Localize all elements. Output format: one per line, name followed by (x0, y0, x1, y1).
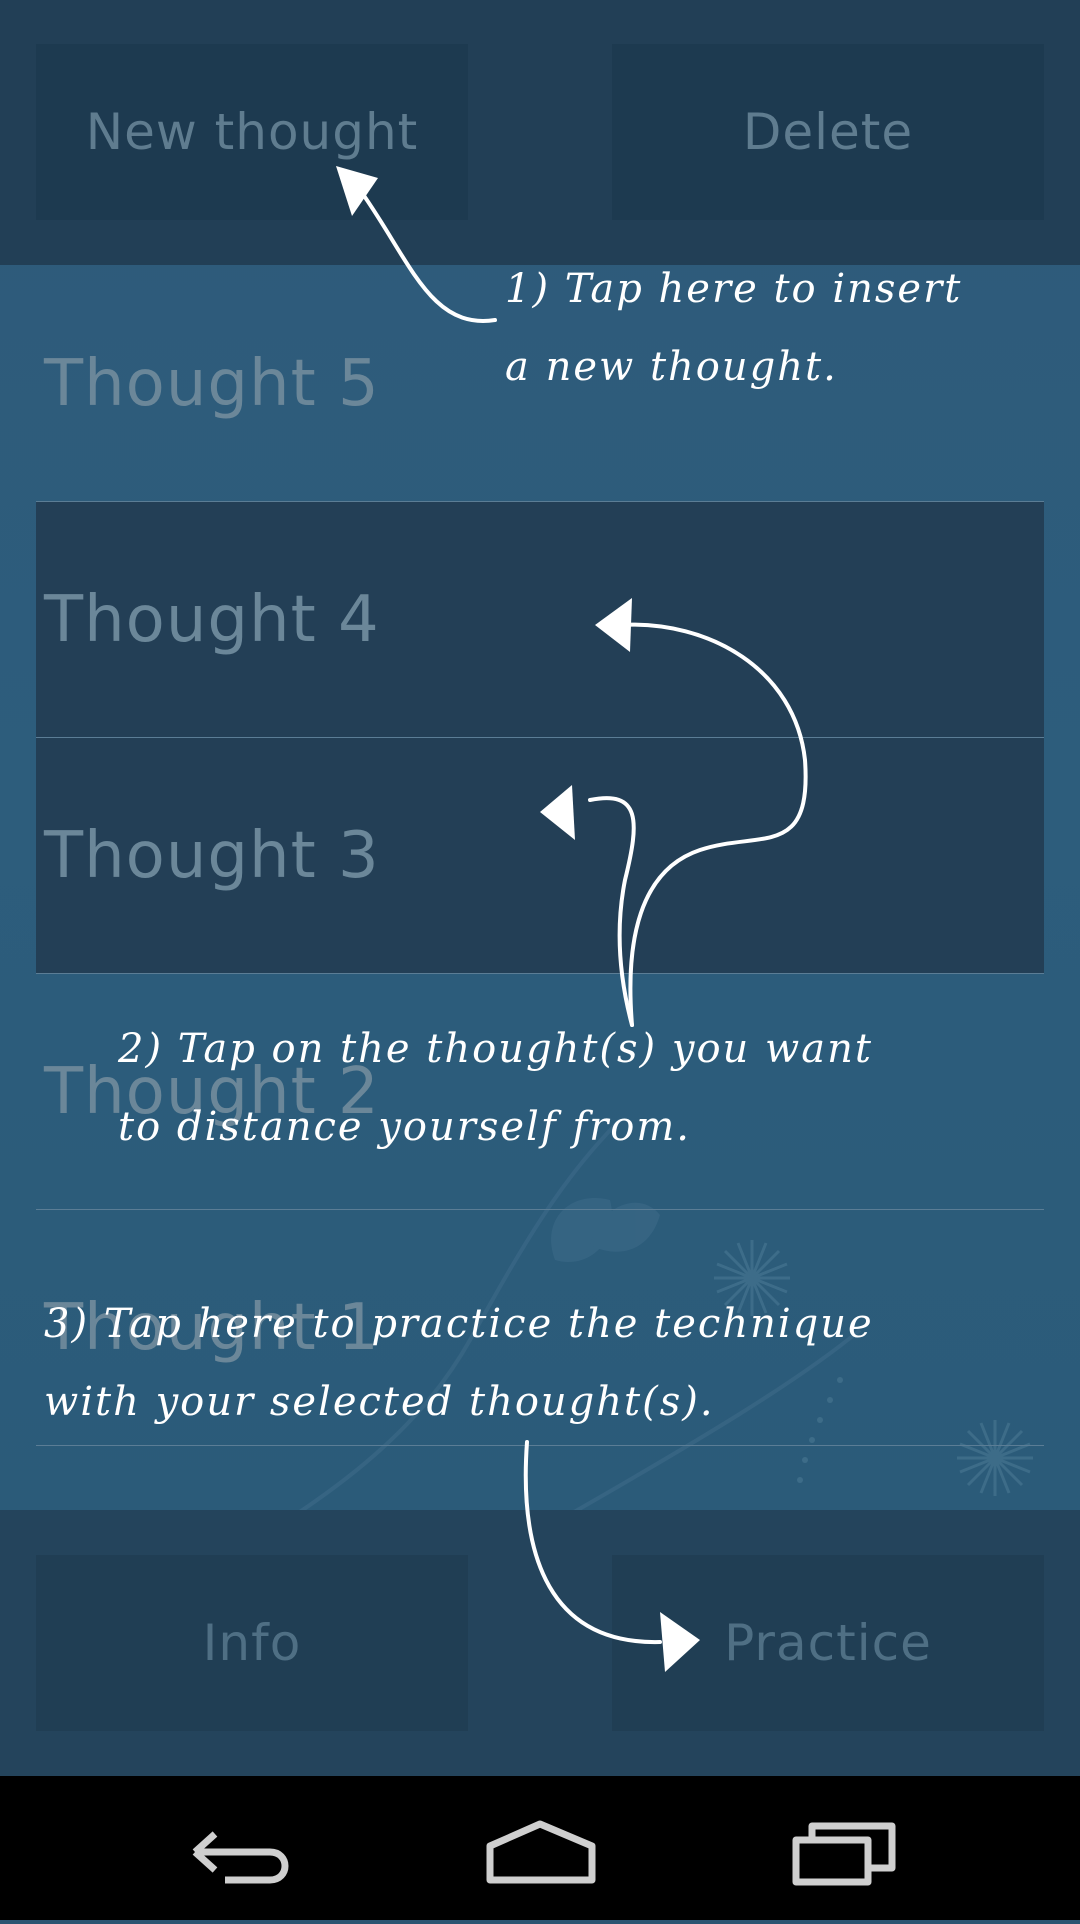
recents-icon[interactable] (792, 1822, 896, 1886)
home-icon[interactable] (486, 1820, 596, 1884)
nav-icons (192, 1820, 896, 1886)
tutorial-arrows (336, 166, 808, 1672)
app-screen: New thought Delete Thought 5 Thought 4 T… (0, 0, 1080, 1776)
back-icon[interactable] (192, 1831, 289, 1884)
system-nav-bar (0, 1776, 1080, 1920)
